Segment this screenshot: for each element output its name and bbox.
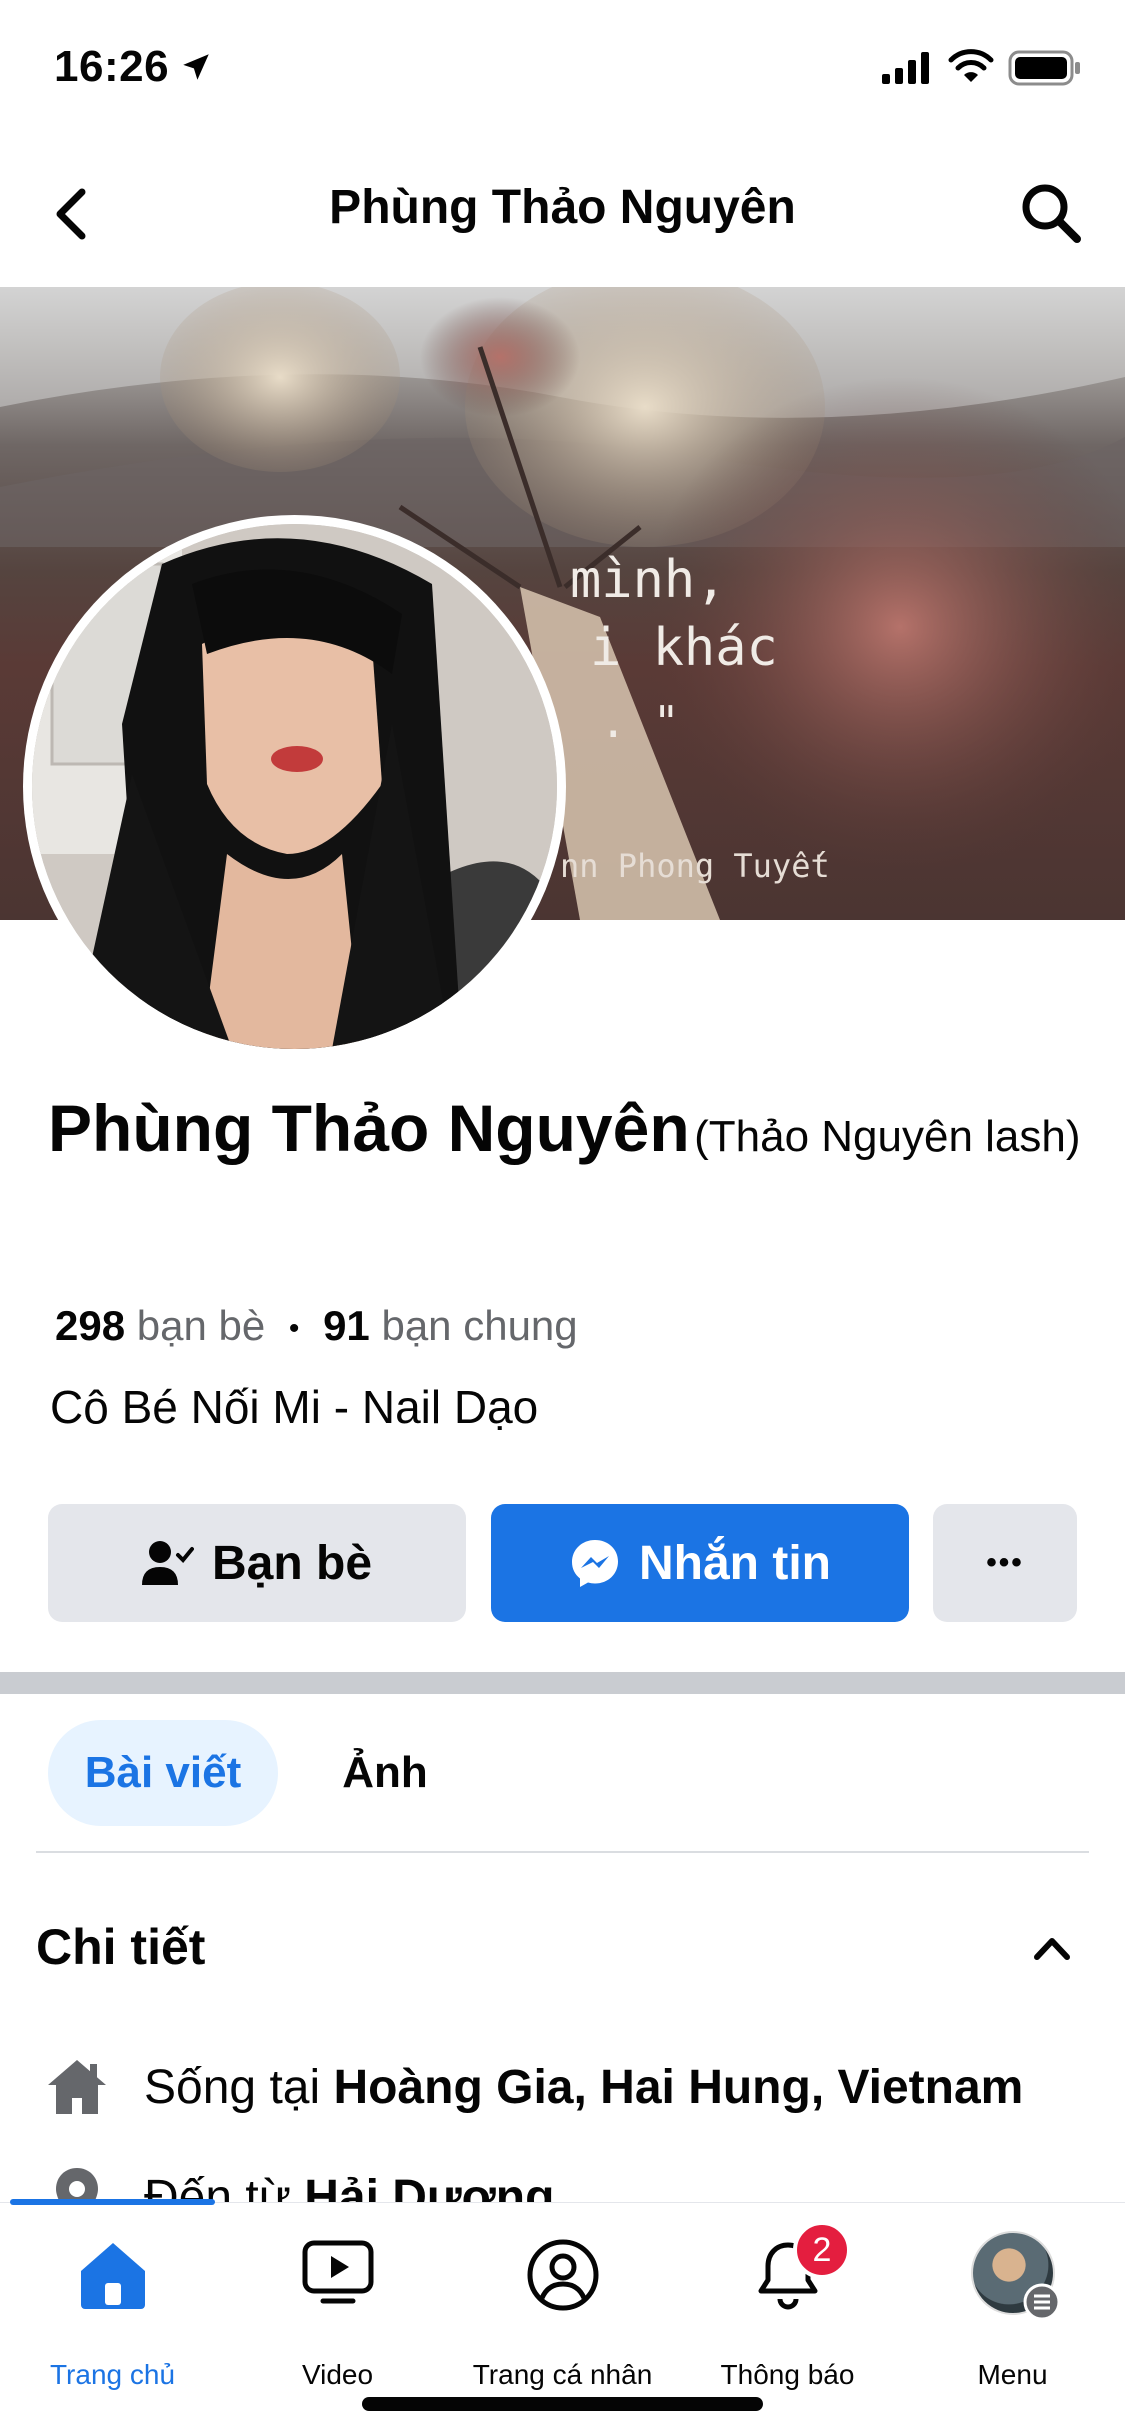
location-arrow-icon	[183, 54, 209, 80]
mutual-friends-label: bạn chung	[381, 1302, 578, 1349]
tab-home[interactable]: Trang chủ	[0, 2231, 225, 2390]
messenger-icon	[572, 1540, 618, 1587]
tab-menu-label: Menu	[977, 2359, 1048, 2390]
active-tab-indicator	[10, 2199, 215, 2205]
status-time: 16:26	[54, 42, 213, 92]
detail-lives-in: Sống tại Hoàng Gia, Hai Hung, Vietnam	[46, 2058, 1023, 2116]
tab-notifications-label: Thông báo	[720, 2359, 855, 2390]
chevron-up-icon[interactable]	[1032, 1934, 1072, 1962]
tab-profile[interactable]: Trang cá nhân	[450, 2231, 675, 2390]
friend-check-icon	[141, 1541, 194, 1585]
menu-avatar	[970, 2231, 1060, 2321]
message-button-label: Nhắn tin	[639, 1536, 831, 1590]
cover-quote-line-3: . "	[600, 697, 679, 748]
profile-alternate-name: (Thảo Nguyên lash)	[694, 1112, 1081, 1161]
more-options-button[interactable]: •••	[933, 1504, 1077, 1622]
friends-summary[interactable]: 298 bạn bè • 91 bạn chung	[55, 1302, 578, 1350]
home-indicator	[362, 2397, 763, 2411]
more-icon: •••	[986, 1546, 1024, 1579]
tab-posts-label: Bài viết	[84, 1748, 242, 1797]
tab-notifications[interactable]: 2 Thông báo	[675, 2221, 900, 2390]
friends-label: bạn bè	[136, 1302, 266, 1349]
separator-dot: •	[288, 1311, 300, 1345]
tab-video[interactable]: Video	[225, 2231, 450, 2390]
cellular-signal-icon	[882, 52, 929, 84]
search-icon[interactable]	[1018, 180, 1084, 246]
details-title: Chi tiết	[36, 1919, 206, 1975]
tab-menu[interactable]: Menu	[900, 2231, 1125, 2390]
friends-count: 298	[55, 1302, 126, 1349]
video-icon	[302, 2240, 373, 2304]
profile-name: Phùng Thảo Nguyên (Thảo Nguyên lash)	[48, 1092, 1088, 1183]
message-button[interactable]: Nhắn tin	[491, 1504, 909, 1622]
profile-icon	[527, 2239, 598, 2311]
home-icon	[80, 2243, 145, 2309]
profile-display-name: Phùng Thảo Nguyên	[48, 1091, 690, 1165]
tab-video-label: Video	[301, 2359, 374, 2390]
page-title: Phùng Thảo Nguyên	[329, 181, 796, 234]
cover-signature: nn Phong Tuyết	[560, 847, 830, 885]
lives-prefix: Sống tại	[144, 2060, 334, 2114]
notification-badge: 2	[793, 2221, 851, 2279]
friends-button-label: Bạn bè	[211, 1536, 373, 1590]
tab-posts[interactable]: Bài viết	[48, 1720, 278, 1826]
mutual-friends-count: 91	[323, 1302, 370, 1349]
cover-quote-line-2: i khác	[590, 618, 778, 678]
avatar[interactable]	[32, 524, 557, 1049]
clock-text: 16:26	[54, 42, 170, 91]
wifi-icon	[948, 49, 994, 82]
section-divider	[0, 1672, 1125, 1694]
friends-button[interactable]: Bạn bè	[48, 1504, 466, 1622]
tab-photos[interactable]: Ảnh	[320, 1720, 450, 1826]
home-detail-icon	[48, 2060, 106, 2114]
cover-quote-line-1: mình,	[570, 550, 727, 610]
profile-header: Phùng Thảo Nguyên	[0, 140, 1125, 280]
tab-profile-label: Trang cá nhân	[472, 2359, 653, 2390]
tabs-divider	[36, 1851, 1089, 1853]
profile-bio: Cô Bé Nối Mi - Nail Dạo	[50, 1381, 539, 1433]
lives-value[interactable]: Hoàng Gia, Hai Hung, Vietnam	[333, 2061, 1023, 2114]
status-bar: 16:26	[0, 0, 1125, 135]
menu-lines-icon	[1023, 2283, 1060, 2321]
battery-icon	[1008, 50, 1080, 86]
tab-photos-label: Ảnh	[342, 1748, 428, 1797]
tab-home-label: Trang chủ	[49, 2359, 176, 2390]
avatar-photo	[32, 524, 557, 1049]
